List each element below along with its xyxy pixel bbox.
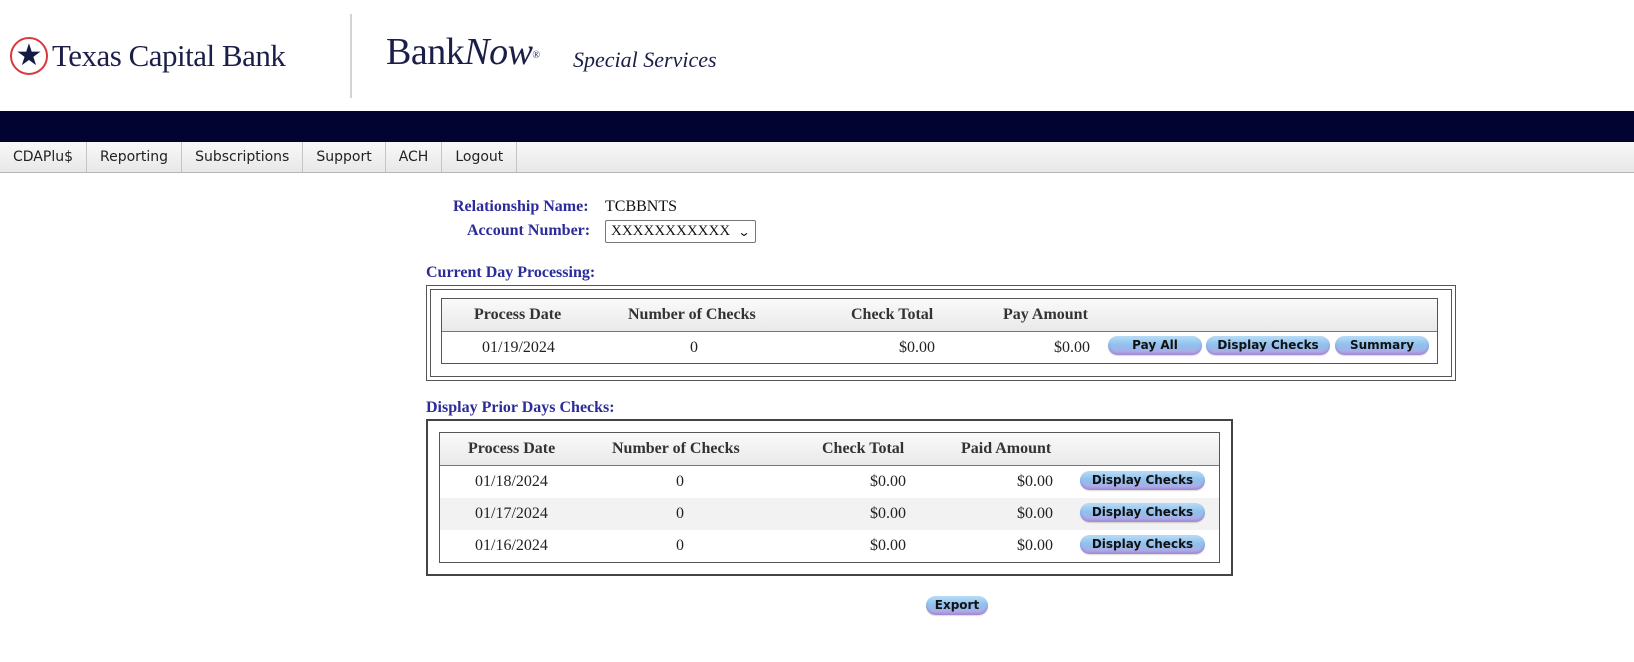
col-check-total: Check Total (822, 440, 905, 457)
star-icon: ★ (10, 37, 48, 75)
cell-check-total: $0.00 (870, 473, 906, 490)
col-process-date: Process Date (474, 306, 562, 323)
display-checks-button[interactable]: Display Checks (1080, 503, 1205, 522)
cell-process-date: 01/18/2024 (475, 473, 548, 490)
col-check-total: Check Total (851, 306, 934, 323)
nav-item-logout[interactable]: Logout (442, 142, 518, 172)
cell-paid-amount: $0.00 (1017, 537, 1053, 554)
banknow-now: Now (464, 31, 533, 73)
cell-number-of-checks: 0 (676, 473, 684, 490)
current-day-title: Current Day Processing: (426, 264, 596, 281)
export-button[interactable]: Export (926, 596, 988, 615)
account-number-label: Account Number: (467, 222, 591, 239)
product-subtitle: Special Services (573, 47, 717, 72)
main-nav: CDAPlu$ Reporting Subscriptions Support … (0, 142, 1634, 173)
col-process-date: Process Date (468, 440, 556, 457)
nav-item-cdaplus[interactable]: CDAPlu$ (0, 142, 87, 172)
nav-item-ach[interactable]: ACH (386, 142, 443, 172)
cell-check-total: $0.00 (899, 339, 935, 356)
nav-item-support[interactable]: Support (303, 142, 386, 172)
cell-process-date: 01/16/2024 (475, 537, 548, 554)
table-header: Process Date Number of Checks Check Tota… (442, 299, 1437, 332)
cell-process-date: 01/17/2024 (475, 505, 548, 522)
cell-paid-amount: $0.00 (1017, 505, 1053, 522)
cell-check-total: $0.00 (870, 537, 906, 554)
navy-banner (0, 111, 1634, 142)
table-header: Process Date Number of Checks Check Tota… (440, 433, 1219, 466)
cell-paid-amount: $0.00 (1017, 473, 1053, 490)
display-checks-button[interactable]: Display Checks (1080, 471, 1205, 490)
texas-capital-bank-logo[interactable]: ★ Texas Capital Bank (10, 35, 286, 77)
current-day-box: Process Date Number of Checks Check Tota… (426, 285, 1456, 381)
prior-days-title: Display Prior Days Checks: (426, 399, 615, 416)
cell-number-of-checks: 0 (690, 339, 698, 356)
summary-button[interactable]: Summary (1335, 336, 1429, 355)
cell-number-of-checks: 0 (676, 505, 684, 522)
display-checks-button[interactable]: Display Checks (1206, 336, 1330, 355)
account-number-select[interactable]: XXXXXXXXXXX ⌄ (605, 220, 756, 243)
col-number-of-checks: Number of Checks (628, 306, 756, 323)
prior-days-box: Process Date Number of Checks Check Tota… (426, 419, 1233, 576)
col-pay-amount: Pay Amount (1003, 306, 1088, 323)
cell-pay-amount: $0.00 (1054, 339, 1090, 356)
cell-process-date: 01/19/2024 (482, 339, 555, 356)
header: ★ Texas Capital Bank BankNow® Special Se… (0, 0, 1634, 111)
table-row: 01/16/2024 0 $0.00 $0.00 Display Checks (440, 530, 1219, 562)
nav-item-reporting[interactable]: Reporting (87, 142, 183, 172)
registered-mark: ® (532, 49, 540, 61)
logo-divider (350, 14, 352, 98)
nav-item-subscriptions[interactable]: Subscriptions (182, 142, 304, 172)
current-day-table: Process Date Number of Checks Check Tota… (441, 298, 1438, 364)
prior-days-table: Process Date Number of Checks Check Tota… (439, 432, 1220, 563)
cell-number-of-checks: 0 (676, 537, 684, 554)
display-checks-button[interactable]: Display Checks (1080, 535, 1205, 554)
banknow-logo: BankNow® (386, 30, 540, 74)
table-row: 01/18/2024 0 $0.00 $0.00 Display Checks (440, 466, 1219, 498)
table-row: 01/17/2024 0 $0.00 $0.00 Display Checks (440, 498, 1219, 530)
cell-check-total: $0.00 (870, 505, 906, 522)
pay-all-button[interactable]: Pay All (1108, 336, 1202, 355)
bank-name: Texas Capital Bank (52, 38, 286, 73)
table-row: 01/19/2024 0 $0.00 $0.00 Pay All Display… (442, 332, 1437, 364)
relationship-name-label: Relationship Name: (453, 198, 589, 215)
chevron-down-icon: ⌄ (737, 224, 751, 239)
account-number-value: XXXXXXXXXXX (611, 223, 731, 239)
relationship-name-value: TCBBNTS (605, 198, 678, 215)
banknow-bank: Bank (386, 31, 465, 73)
col-paid-amount: Paid Amount (961, 440, 1052, 457)
col-number-of-checks: Number of Checks (612, 440, 740, 457)
